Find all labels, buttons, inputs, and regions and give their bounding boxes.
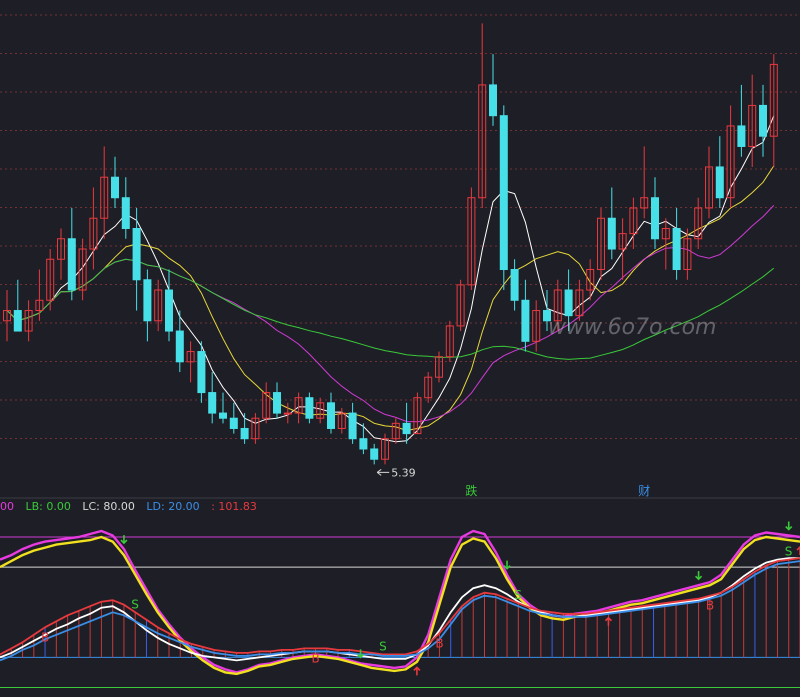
candle-body (402, 422, 411, 435)
candle-body (13, 310, 22, 332)
signal-label: S (131, 597, 139, 611)
event-marker: 跌 (465, 483, 477, 498)
legend-item-0: 00 (0, 500, 14, 513)
oscillator-lines (0, 529, 800, 676)
legend-item-lb: LB: 0.00 (25, 500, 71, 513)
candle-body (370, 448, 379, 460)
oscillator-reference-lines (0, 536, 800, 688)
signal-arrow (604, 616, 613, 626)
candle-body (219, 412, 227, 419)
signal-label: B (311, 651, 319, 665)
legend-item-ld: LD: 20.00 (146, 500, 200, 513)
watermark: www.6o7o.com (548, 315, 716, 340)
candle-body (208, 392, 217, 414)
signal-label: S (785, 545, 793, 559)
stock-chart: 5.39 跌 财 www.6o7o.com B S B S B S B S (0, 14, 800, 688)
signal-arrow (503, 560, 511, 570)
candle-body (327, 402, 335, 429)
moving-average-lines (6, 115, 775, 443)
candle-body (489, 84, 497, 117)
candle-body (607, 217, 616, 250)
candle-body (175, 330, 184, 363)
signal-label: B (41, 630, 49, 644)
candle-body (67, 238, 76, 291)
legend-item-lc: LC: 80.00 (82, 500, 135, 513)
oscillator-line-3 (0, 557, 800, 662)
event-marker: 财 (638, 484, 650, 498)
candle-body (305, 397, 314, 419)
signal-arrow (413, 666, 421, 676)
candle-body (111, 176, 119, 199)
candle-body (229, 417, 238, 429)
candle-body (348, 412, 357, 440)
candle-body (143, 279, 152, 322)
candlesticks (3, 23, 778, 465)
candle-body (132, 227, 141, 281)
signal-arrow (695, 571, 703, 581)
signal-label: B (706, 599, 714, 613)
indicator-legend: 00 LB: 0.00 LC: 80.00 LD: 20.00 : 101.83 (0, 500, 265, 516)
oscillator-line-2 (0, 535, 800, 676)
candle-body (359, 438, 368, 450)
candle-body (283, 412, 292, 415)
oscillator-line-4 (0, 557, 800, 656)
candle-body (121, 197, 130, 229)
price-annotations: 5.39 跌 财 www.6o7o.com (376, 315, 716, 498)
candle-body (499, 115, 508, 271)
ma-line-4 (6, 258, 775, 360)
signal-label: S (514, 588, 522, 602)
candle-body (759, 104, 767, 137)
price-grid (0, 14, 800, 439)
candle-body (197, 351, 206, 394)
candle-body (165, 289, 173, 332)
oscillator-histogram (0, 558, 800, 658)
low-price-label: 5.39 (391, 466, 416, 479)
signal-label: B (435, 636, 443, 650)
candle-body (651, 197, 659, 240)
candle-body (672, 227, 681, 271)
candle-body (737, 125, 746, 147)
signal-label: S (379, 639, 387, 653)
signal-arrow (785, 521, 793, 531)
candle-body (715, 166, 724, 199)
candle-body (273, 392, 281, 414)
candle-body (510, 269, 519, 301)
candle-body (521, 299, 530, 342)
candle-body (240, 427, 249, 440)
signal-arrow (120, 535, 128, 545)
ma-line-1 (6, 115, 775, 443)
candle-body (564, 289, 573, 317)
legend-item-value: : 101.83 (211, 500, 257, 513)
